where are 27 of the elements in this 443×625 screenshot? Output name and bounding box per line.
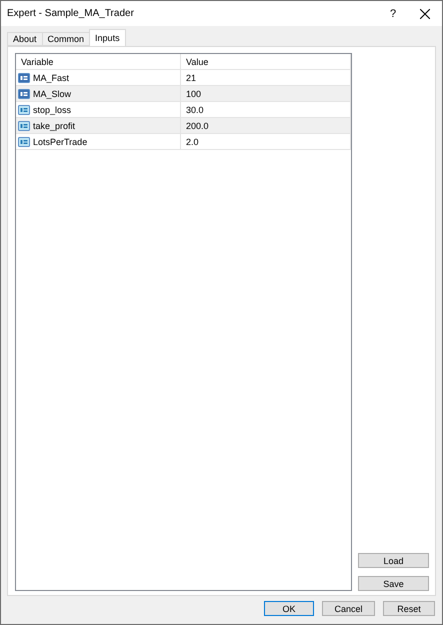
double-type-icon (18, 120, 30, 130)
double-type-icon (18, 136, 30, 146)
variable-name: take_profit (33, 120, 76, 130)
column-header[interactable]: Variable (16, 54, 181, 69)
save-button[interactable]: Save (358, 576, 429, 591)
dialog-button[interactable]: OK (264, 601, 314, 616)
tab[interactable]: Common (42, 32, 90, 46)
load-button[interactable]: Load (358, 553, 429, 568)
value-cell[interactable]: 21 (181, 70, 351, 85)
help-button[interactable]: ? (378, 8, 408, 20)
value-cell[interactable]: 2.0 (181, 134, 351, 149)
value-cell[interactable]: 100 (181, 86, 351, 101)
value-cell[interactable]: 30.0 (181, 102, 351, 117)
double-type-icon (18, 104, 30, 114)
window-title: Expert - Sample_MA_Trader (7, 8, 135, 19)
integer-type-icon (18, 88, 30, 98)
dialog-button[interactable]: Cancel (322, 601, 375, 616)
tab[interactable]: Inputs (89, 29, 126, 46)
variable-name: LotsPerTrade (33, 136, 88, 146)
dialog-button[interactable]: Reset (383, 601, 435, 616)
value-cell[interactable]: 200.0 (181, 118, 351, 133)
column-header[interactable]: Value (181, 54, 351, 69)
variable-name: MA_Slow (33, 88, 72, 98)
tab[interactable]: About (7, 32, 43, 46)
variable-name: MA_Fast (33, 72, 70, 82)
close-icon (420, 8, 430, 18)
variable-name: stop_loss (33, 104, 72, 114)
